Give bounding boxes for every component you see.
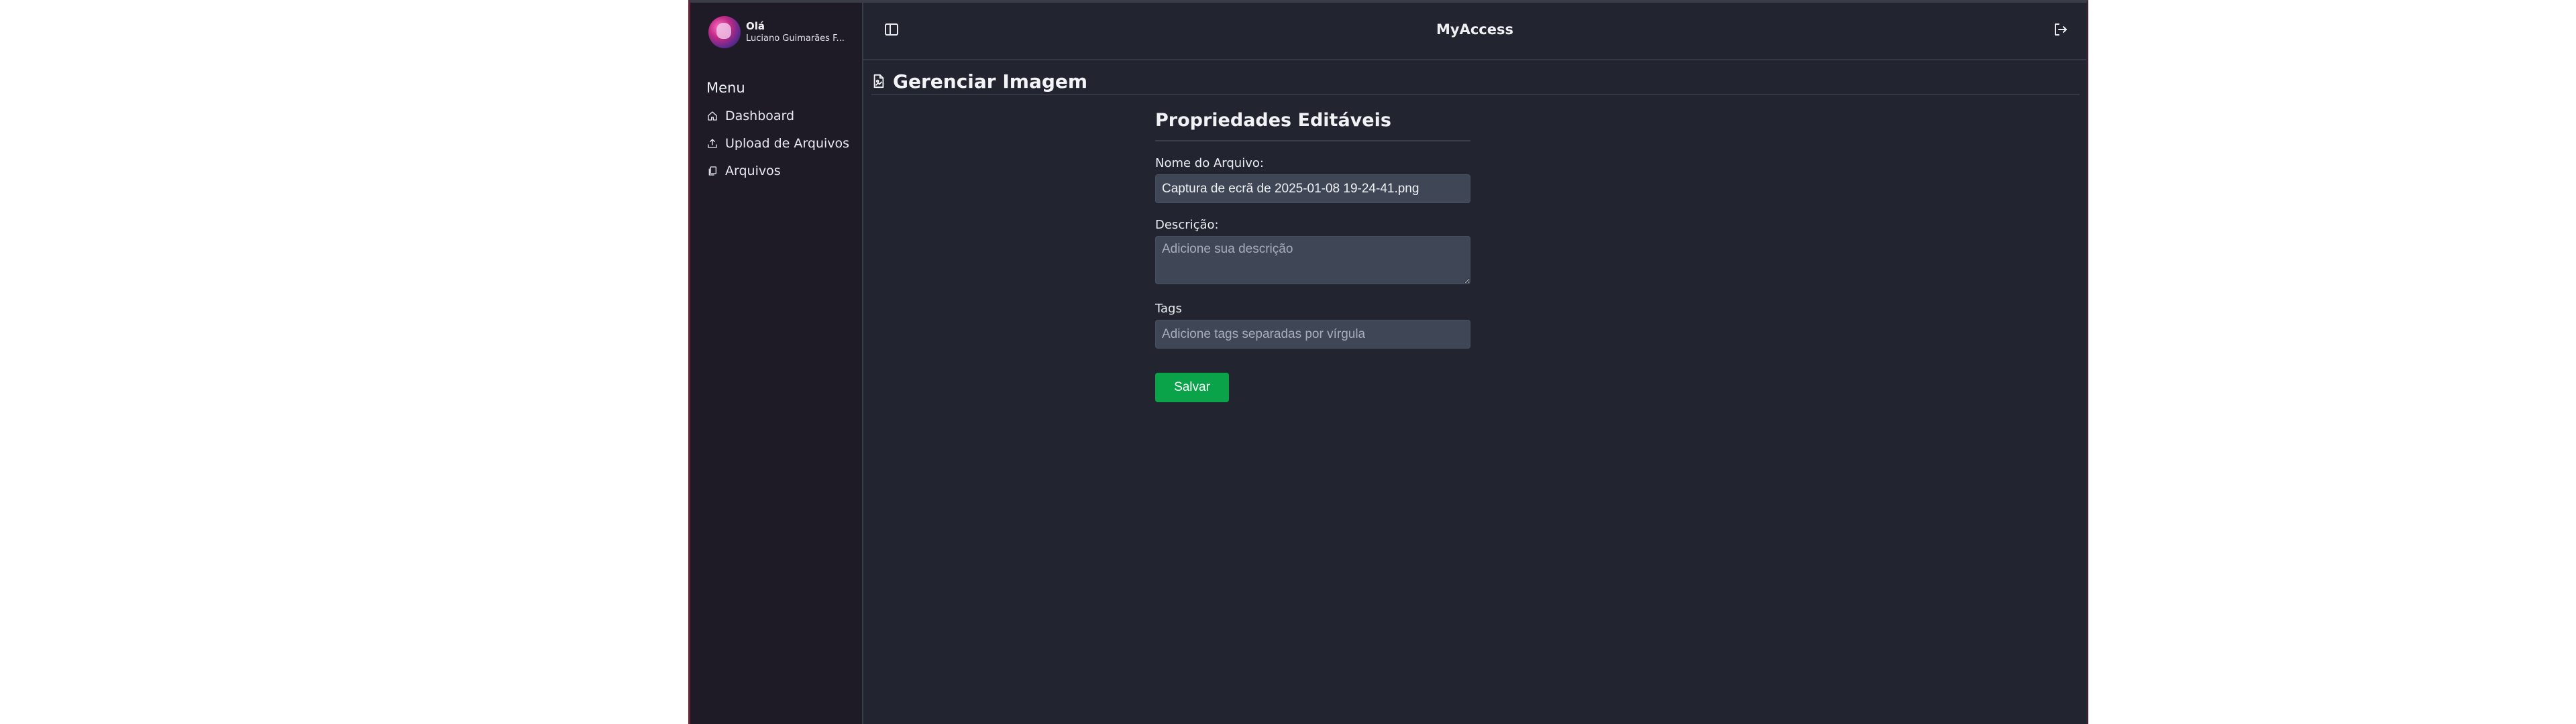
filename-input[interactable] — [1155, 174, 1470, 203]
logout-icon — [2053, 21, 2069, 40]
section-title: Propriedades Editáveis — [1155, 110, 1470, 141]
greeting: Olá — [746, 20, 765, 32]
description-label: Descrição: — [1155, 218, 1219, 232]
avatar — [708, 16, 741, 48]
sidebar-item-dashboard[interactable]: Dashboard — [706, 102, 849, 129]
sidebar-item-upload[interactable]: Upload de Arquivos — [706, 129, 849, 157]
app-title: MyAccess — [1436, 21, 1513, 38]
description-textarea[interactable] — [1155, 236, 1470, 284]
tags-input[interactable] — [1155, 320, 1470, 349]
sidebar-menu: Dashboard Upload de Arquivos Arquivos — [706, 102, 849, 184]
page-heading: Gerenciar Imagem — [871, 68, 2080, 95]
sidebar-item-label: Arquivos — [725, 163, 781, 178]
page-title: Gerenciar Imagem — [893, 70, 1088, 93]
sidebar-item-files[interactable]: Arquivos — [706, 157, 849, 184]
user-profile: Olá Luciano Guimarães F... — [708, 16, 845, 48]
user-text: Olá Luciano Guimarães F... — [746, 19, 845, 45]
sidebar-item-label: Dashboard — [725, 108, 795, 123]
menu-title: Menu — [706, 80, 745, 96]
sidebar-item-label: Upload de Arquivos — [725, 135, 850, 151]
user-name: Luciano Guimarães F... — [746, 34, 845, 44]
save-button[interactable]: Salvar — [1155, 373, 1229, 402]
edit-properties-form: Propriedades Editáveis Nome do Arquivo: … — [1155, 110, 1470, 402]
sidebar: Olá Luciano Guimarães F... Menu Dashboar… — [690, 3, 863, 724]
app-window: Olá Luciano Guimarães F... Menu Dashboar… — [688, 0, 2088, 724]
logout-button[interactable] — [2051, 21, 2070, 40]
filename-label: Nome do Arquivo: — [1155, 156, 1264, 170]
image-file-icon — [871, 74, 886, 88]
topbar: MyAccess — [863, 3, 2086, 60]
files-icon — [706, 165, 718, 177]
tags-label: Tags — [1155, 302, 1182, 316]
upload-icon — [706, 137, 718, 149]
home-icon — [706, 110, 718, 122]
